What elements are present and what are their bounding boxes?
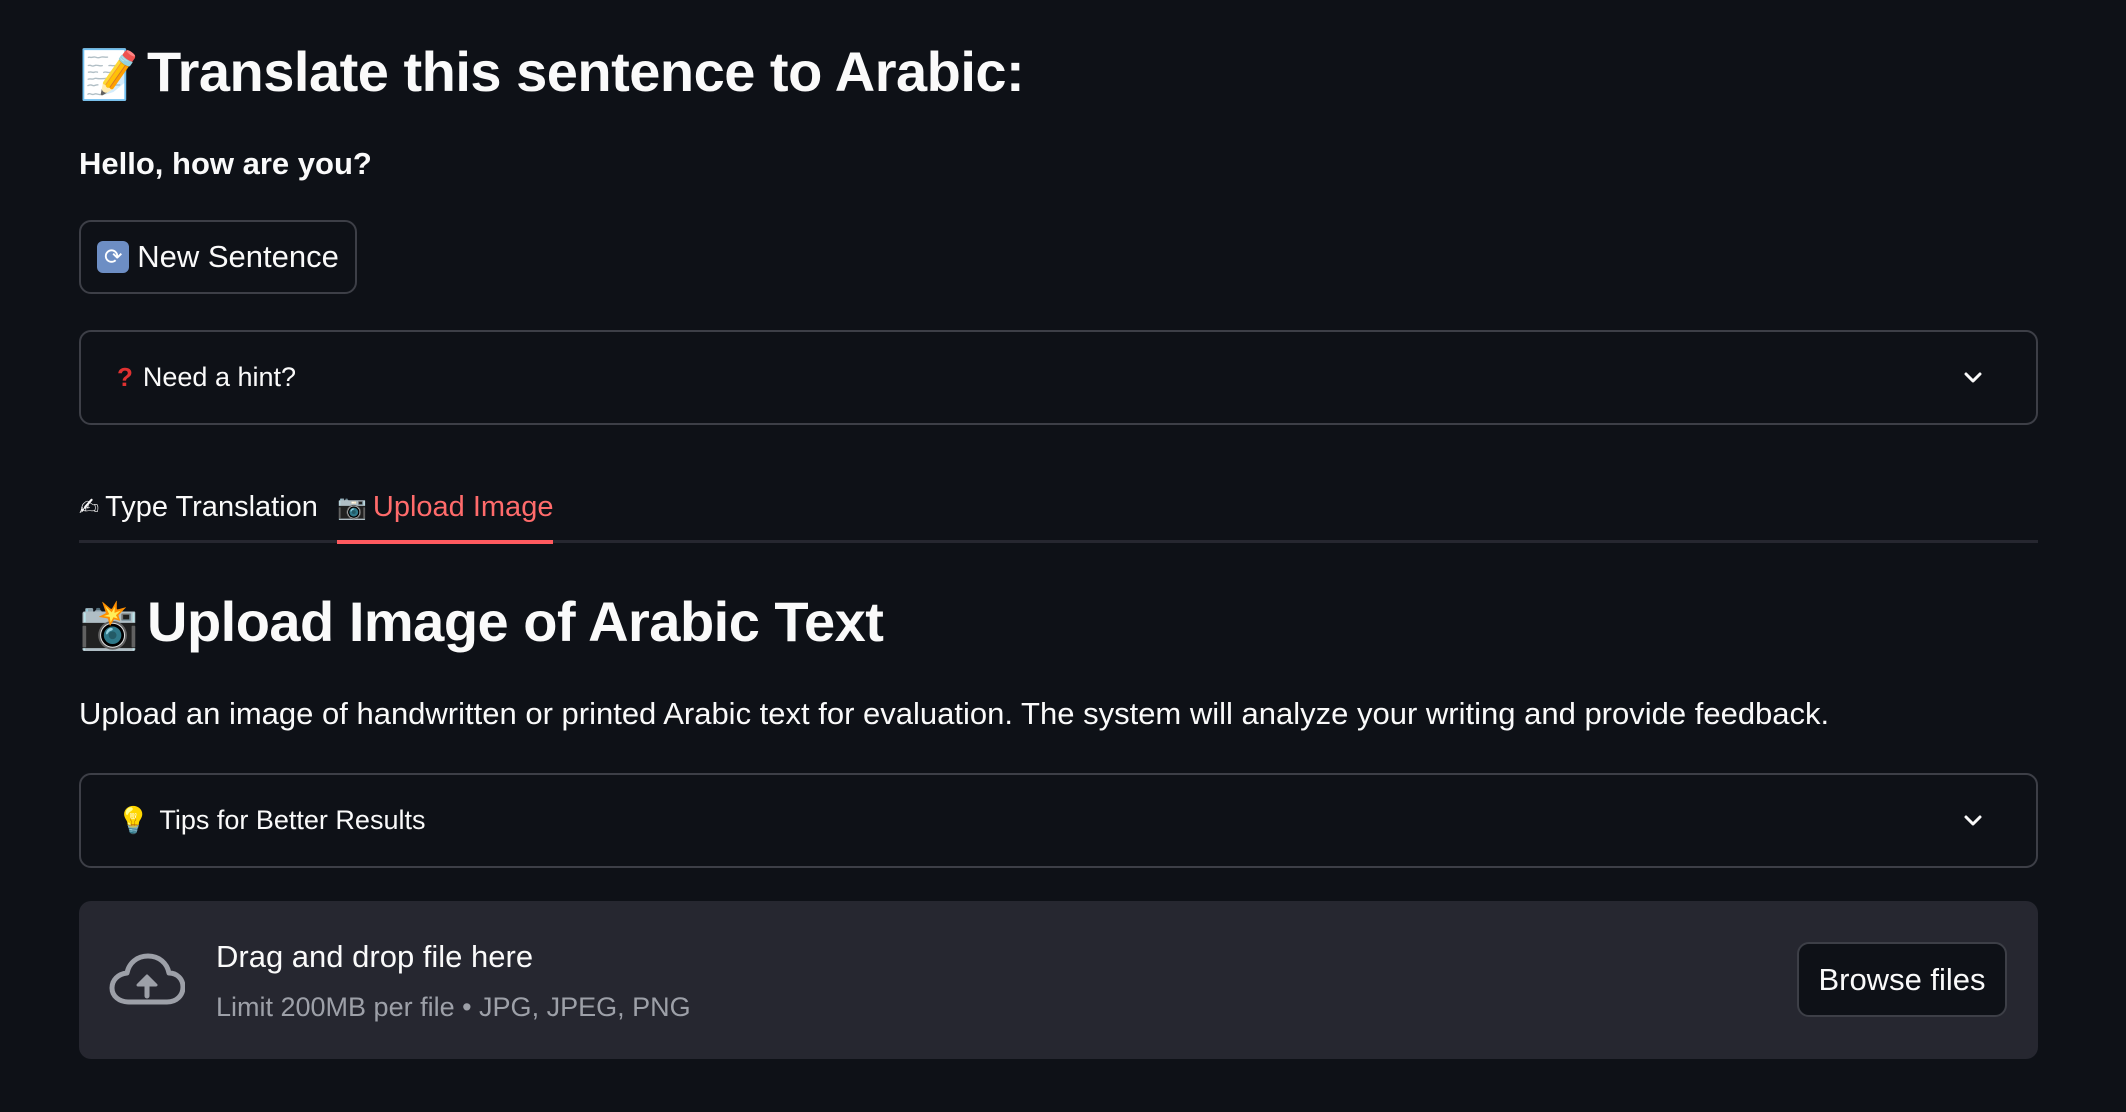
- chevron-down-icon: [1960, 808, 1986, 834]
- browse-files-button[interactable]: Browse files: [1797, 942, 2007, 1017]
- page-title-text: Translate this sentence to Arabic:: [147, 40, 1025, 103]
- section-title: 📸 Upload Image of Arabic Text: [79, 586, 884, 662]
- camera-icon: 📷: [337, 493, 367, 521]
- section-title-text: Upload Image of Arabic Text: [147, 590, 884, 653]
- new-sentence-label: New Sentence: [137, 239, 339, 274]
- writing-hand-icon: ✍: [79, 493, 100, 521]
- new-sentence-button[interactable]: ⟳ New Sentence: [79, 220, 357, 294]
- chevron-down-icon: [1960, 365, 1986, 391]
- app-page: 📝 Translate this sentence to Arabic: Hell…: [0, 0, 2126, 1112]
- memo-icon: 📝: [79, 49, 139, 102]
- hint-expander[interactable]: ? Need a hint?: [79, 330, 2038, 425]
- light-bulb-icon: 💡: [117, 805, 150, 835]
- refresh-icon: ⟳: [97, 241, 130, 273]
- tab-label: Type Translation: [105, 490, 318, 523]
- tips-expander-label: Tips for Better Results: [159, 805, 426, 835]
- camera-flash-icon: 📸: [79, 599, 139, 652]
- hint-expander-label: Need a hint?: [142, 362, 297, 392]
- tab-bar: ✍ Type Translation 📷 Upload Image: [79, 474, 2038, 544]
- tab-label: Upload Image: [372, 490, 554, 523]
- page-title: 📝 Translate this sentence to Arabic:: [79, 36, 1025, 112]
- dropzone-title: Drag and drop file here: [216, 939, 534, 974]
- question-mark-icon: ?: [117, 362, 133, 392]
- tips-expander[interactable]: 💡 Tips for Better Results: [79, 773, 2038, 868]
- source-sentence: Hello, how are you?: [79, 146, 372, 181]
- dropzone-limit: Limit 200MB per file • JPG, JPEG, PNG: [216, 992, 691, 1022]
- tab-type-translation[interactable]: ✍ Type Translation: [79, 474, 318, 540]
- section-description: Upload an image of handwritten or printe…: [79, 696, 1830, 731]
- tab-upload-image[interactable]: 📷 Upload Image: [337, 474, 554, 544]
- cloud-upload-icon: [109, 953, 185, 1005]
- file-dropzone[interactable]: Drag and drop file here Limit 200MB per …: [79, 901, 2038, 1059]
